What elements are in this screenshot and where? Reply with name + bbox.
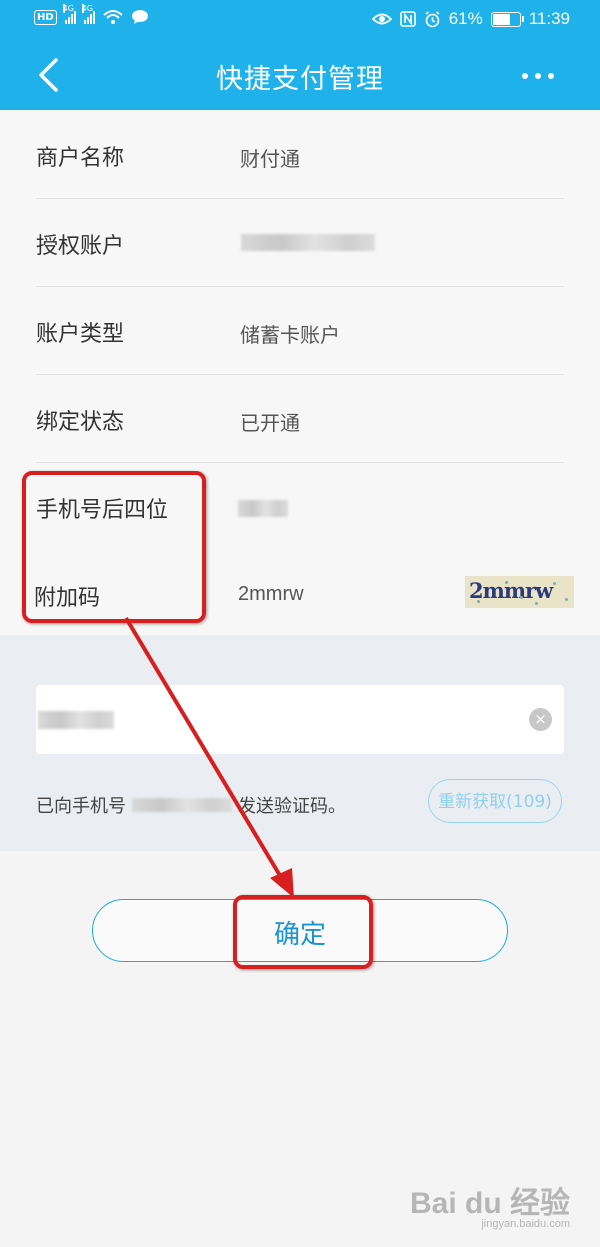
baidu-watermark: Bai du 经验 jingyan.baidu.com bbox=[410, 1178, 570, 1230]
watermark-main: Bai du 经验 bbox=[409, 1187, 570, 1220]
annotation-box-confirm bbox=[233, 895, 373, 969]
annotation-arrow bbox=[124, 616, 294, 898]
